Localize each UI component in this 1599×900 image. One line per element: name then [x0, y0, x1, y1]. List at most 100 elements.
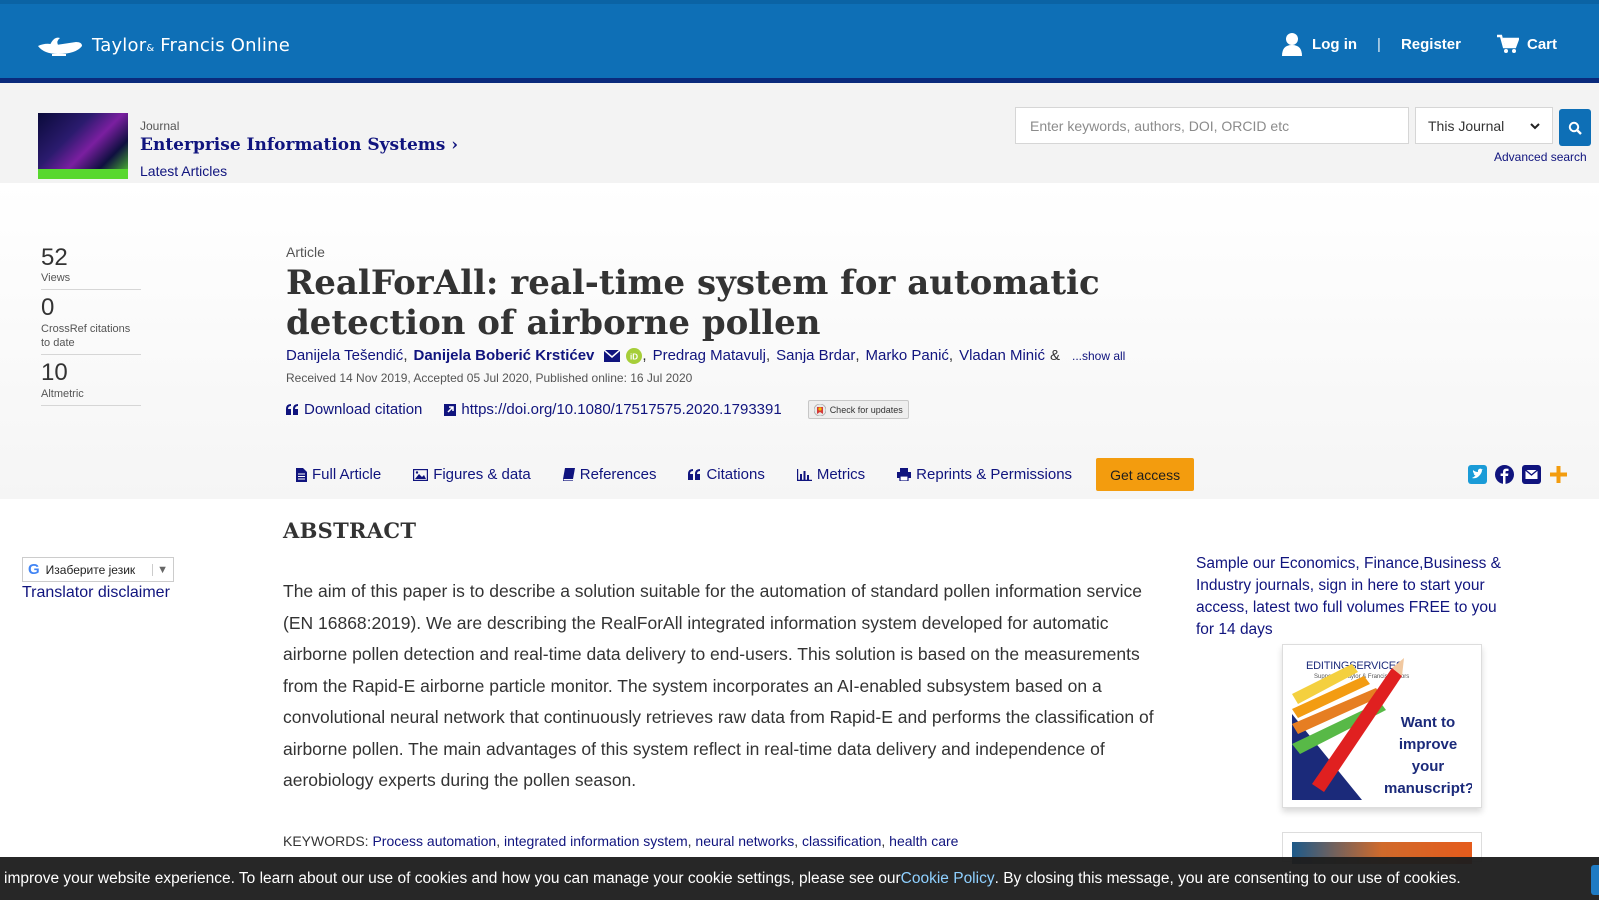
show-all-authors-link[interactable]: ...show all	[1072, 349, 1125, 363]
tab-metrics-label: Metrics	[816, 466, 866, 483]
journal-title-link[interactable]: Enterprise Information Systems ›	[140, 135, 458, 155]
email-share-icon[interactable]	[1522, 465, 1541, 484]
keywords-row: KEYWORDS: Process automation, integrated…	[283, 833, 959, 849]
doi-link[interactable]: https://doi.org/10.1080/17517575.2020.17…	[444, 401, 782, 418]
author-link[interactable]: Danijela Tešendić	[286, 347, 403, 364]
author-link[interactable]: Predrag Matavulj	[653, 347, 766, 364]
views-count: 52	[41, 244, 68, 271]
tab-reprints[interactable]: Reprints & Permissions	[897, 466, 1072, 483]
cart-label: Cart	[1526, 35, 1557, 53]
login-link[interactable]: Log in	[1282, 32, 1357, 56]
keyword-link[interactable]: health care	[889, 833, 958, 849]
author-ampersand: &	[1049, 347, 1060, 364]
tab-references[interactable]: References	[562, 466, 657, 483]
tab-reprints-label: Reprints & Permissions	[916, 466, 1073, 483]
cookie-close-button[interactable]	[1591, 865, 1599, 895]
views-metric: 52 Views	[41, 244, 141, 291]
translator-disclaimer-link[interactable]: Translator disclaimer	[22, 584, 170, 602]
tab-citations[interactable]: Citations	[688, 466, 765, 483]
register-link[interactable]: Register	[1401, 36, 1461, 53]
tab-full-article-label: Full Article	[312, 466, 382, 483]
article-metrics: 52 Views 0 CrossRef citations to date 10…	[41, 244, 141, 411]
author-link[interactable]: Danijela Boberić Krstićev	[413, 347, 594, 364]
image-icon	[413, 468, 429, 481]
envelope-icon[interactable]	[604, 349, 621, 362]
cookie-text: improve your website experience. To lear…	[4, 869, 901, 887]
document-icon	[296, 467, 307, 482]
triangle-down-icon: ▼	[152, 563, 168, 576]
bar-chart-icon	[796, 468, 812, 481]
quote-icon	[286, 404, 298, 415]
lamp-logo-icon	[38, 37, 82, 56]
user-icon	[1282, 33, 1303, 56]
crossref-count: 0	[41, 294, 55, 322]
keyword-link[interactable]: neural networks	[695, 833, 794, 849]
tab-full-article[interactable]: Full Article	[296, 466, 381, 483]
search-scope-select[interactable]: This Journal	[1415, 107, 1553, 144]
views-label: Views	[41, 272, 71, 285]
search-input[interactable]	[1015, 107, 1409, 144]
citation-row: Download citation https://doi.org/10.108…	[286, 400, 909, 419]
nav-separator: |	[1377, 35, 1381, 53]
orcid-icon[interactable]: iD	[626, 347, 643, 364]
twitter-icon[interactable]	[1468, 465, 1487, 484]
cookie-banner: improve your website experience. To lear…	[0, 857, 1599, 900]
google-icon: G	[28, 561, 40, 578]
article-tabs: Full Article Figures & data References C…	[296, 458, 1195, 491]
altmetric-metric[interactable]: 10 Altmetric	[41, 359, 141, 406]
journal-cover-image[interactable]	[38, 113, 128, 179]
crossmark-icon	[813, 403, 826, 416]
crossref-metric: 0 CrossRef citations to date	[41, 294, 141, 356]
external-link-icon	[444, 403, 457, 416]
keyword-link[interactable]: integrated information system	[504, 833, 688, 849]
search-button[interactable]	[1559, 109, 1591, 146]
editing-services-ad[interactable]: EDITINGSERVICES Supporting Taylor & Fran…	[1282, 644, 1482, 808]
abstract-text: The aim of this paper is to describe a s…	[283, 581, 1154, 790]
quote-icon	[688, 469, 701, 480]
login-label: Log in	[1312, 35, 1358, 53]
article-type: Article	[286, 244, 325, 260]
author-list: Danijela Tešendić, Danijela Boberić Krst…	[286, 347, 1126, 364]
check-for-updates-button[interactable]: Check for updates	[807, 400, 909, 419]
tab-metrics[interactable]: Metrics	[796, 466, 866, 483]
svg-text:iD: iD	[630, 352, 638, 361]
language-selector-label: Изаберите језик	[45, 562, 136, 577]
facebook-icon[interactable]	[1495, 465, 1514, 484]
altmetric-label: Altmetric	[41, 387, 84, 400]
book-icon	[562, 468, 575, 481]
latest-articles-link[interactable]: Latest Articles	[140, 163, 227, 179]
tab-figures[interactable]: Figures & data	[413, 466, 531, 483]
search-icon	[1568, 121, 1582, 135]
keyword-link[interactable]: classification	[802, 833, 881, 849]
plus-icon[interactable]	[1549, 465, 1568, 484]
keywords-label: KEYWORDS:	[283, 833, 369, 849]
site-logo[interactable]: Taylor& Francis Online	[36, 32, 290, 58]
doi-label: https://doi.org/10.1080/17517575.2020.17…	[461, 401, 782, 418]
ad-text: Want to improve your manuscript?	[1384, 714, 1472, 797]
get-access-button[interactable]: Get access	[1096, 458, 1195, 491]
cart-link[interactable]: Cart	[1496, 34, 1557, 54]
share-bar	[1468, 465, 1576, 484]
chevron-right-icon: ›	[451, 135, 459, 155]
author-link[interactable]: Marko Panić	[866, 347, 949, 364]
brand-name: Taylor& Francis Online	[92, 34, 290, 56]
author-link[interactable]: Vladan Minić	[959, 347, 1045, 364]
article-title: RealForAll: real-time system for automat…	[286, 263, 1100, 343]
cookie-policy-link[interactable]: Cookie Policy	[901, 870, 995, 888]
tab-references-label: References	[579, 466, 657, 483]
tab-citations-label: Citations	[706, 466, 765, 483]
advanced-search-link[interactable]: Advanced search	[1494, 150, 1587, 164]
tab-figures-label: Figures & data	[433, 466, 531, 483]
user-nav: Log in | Register Cart	[1282, 32, 1557, 56]
language-selector[interactable]: G Изаберите језик ▼	[22, 557, 174, 582]
cookie-text-end: . By closing this message, you are conse…	[994, 869, 1461, 887]
sample-journals-promo-link[interactable]: Sample our Economics, Finance,Business &…	[1196, 553, 1516, 641]
crossref-label: CrossRef citations to date	[41, 322, 131, 350]
download-citation-link[interactable]: Download citation	[286, 401, 422, 418]
keyword-link[interactable]: Process automation	[372, 833, 496, 849]
altmetric-count: 10	[41, 359, 68, 387]
chevron-down-icon	[1530, 122, 1540, 129]
search-scope-value: This Journal	[1428, 117, 1505, 134]
author-link[interactable]: Sanja Brdar	[776, 347, 855, 364]
abstract-heading: ABSTRACT	[283, 518, 417, 543]
